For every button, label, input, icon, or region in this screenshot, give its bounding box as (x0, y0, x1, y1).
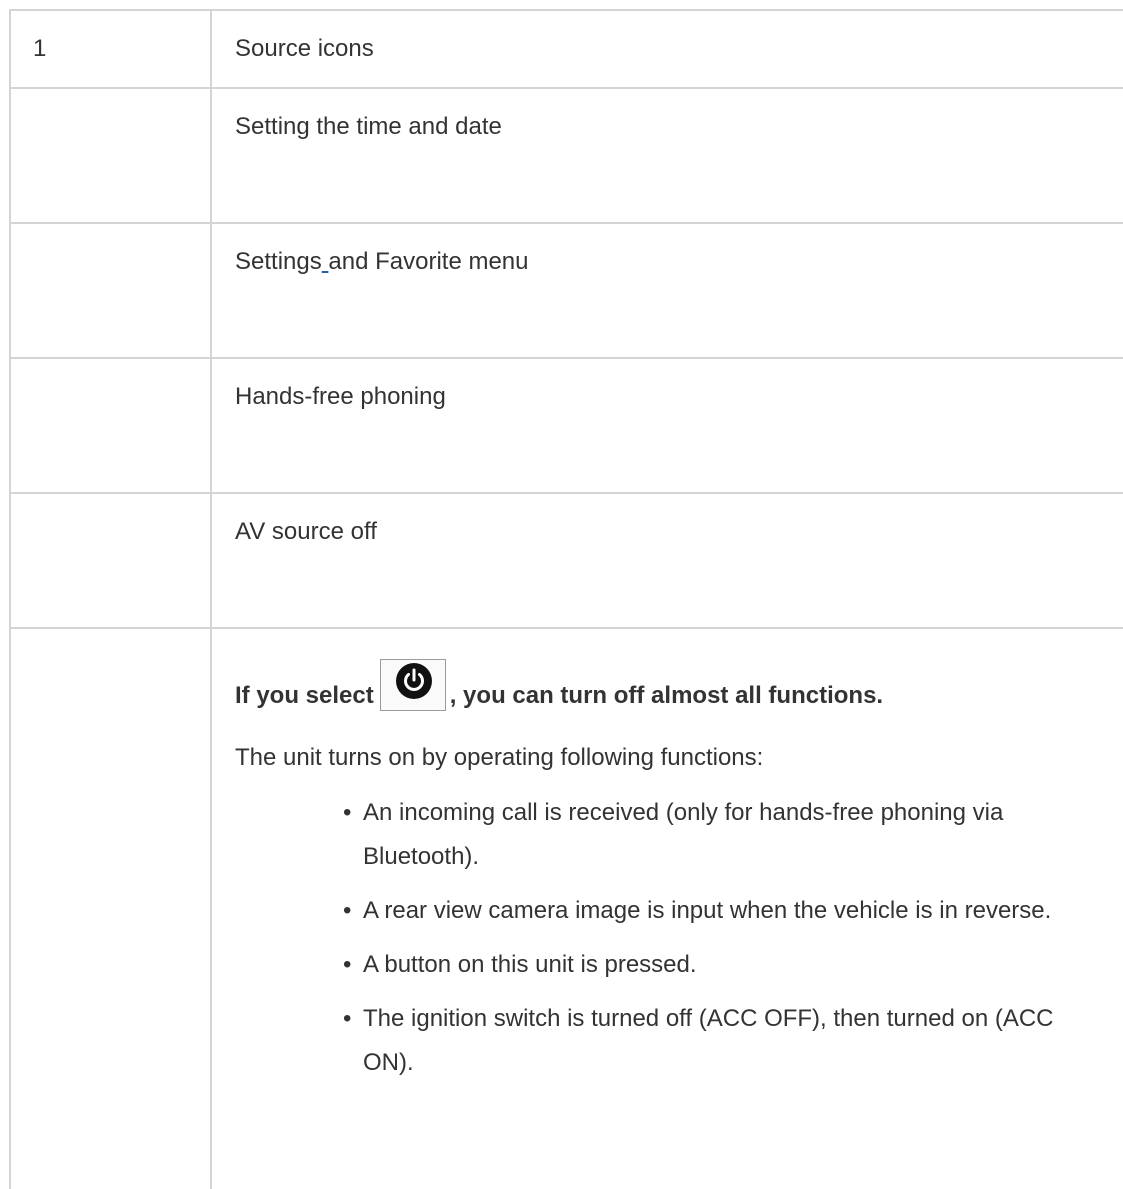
row-label: Settings and Favorite menu (212, 224, 1123, 357)
table-row: If you select , you can turn off almost … (11, 629, 1123, 1189)
row-number: 1 (11, 11, 212, 87)
row-label: Setting the time and date (235, 113, 502, 140)
bullet: • (343, 798, 352, 826)
menu-table: 1 Source icons Setting the time and date… (9, 9, 1123, 1189)
row-number (11, 89, 212, 222)
power-symbol (403, 668, 424, 691)
list-item-text: The ignition switch is turned off (ACC O… (363, 1004, 1054, 1076)
av-off-details: If you select , you can turn off almost … (212, 629, 1123, 1189)
intro-text: The unit turns on by operating following… (235, 744, 764, 771)
row-number (11, 224, 212, 357)
function-list: • An incoming call is received (only for … (235, 791, 1123, 1085)
lead-text-after: , you can turn off almost all functions. (449, 682, 884, 710)
table-row: AV source off (11, 494, 1123, 629)
settings-text: Settings (235, 248, 322, 275)
bullet: • (343, 1004, 352, 1032)
list-item: • A button on this unit is pressed. (337, 943, 1103, 987)
list-item: • An incoming call is received (only for … (337, 791, 1103, 879)
av-off-lead: If you select , you can turn off almost … (235, 659, 1123, 711)
list-item-text: An incoming call is received (only for h… (363, 798, 1004, 870)
row-label: Source icons (235, 35, 374, 62)
row-label: AV source off (235, 518, 377, 545)
table-row: Setting the time and date (11, 89, 1123, 224)
bullet: • (343, 896, 352, 924)
bullet: • (343, 950, 352, 978)
table-row: Settings and Favorite menu (11, 224, 1123, 359)
list-item: • The ignition switch is turned off (ACC … (337, 997, 1103, 1085)
row-number (11, 629, 212, 1189)
favorite-menu-text: and Favorite menu (328, 248, 529, 275)
row-number (11, 359, 212, 492)
list-item: • A rear view camera image is input when … (337, 889, 1103, 933)
table-row: Hands-free phoning (11, 359, 1123, 494)
table-row: 1 Source icons (11, 11, 1123, 89)
row-number (11, 494, 212, 627)
lead-text-before: If you select (235, 682, 374, 710)
power-icon (379, 659, 446, 711)
row-label: Hands-free phoning (235, 383, 446, 410)
list-item-text: A button on this unit is pressed. (363, 950, 697, 978)
list-item-text: A rear view camera image is input when t… (363, 896, 1052, 924)
